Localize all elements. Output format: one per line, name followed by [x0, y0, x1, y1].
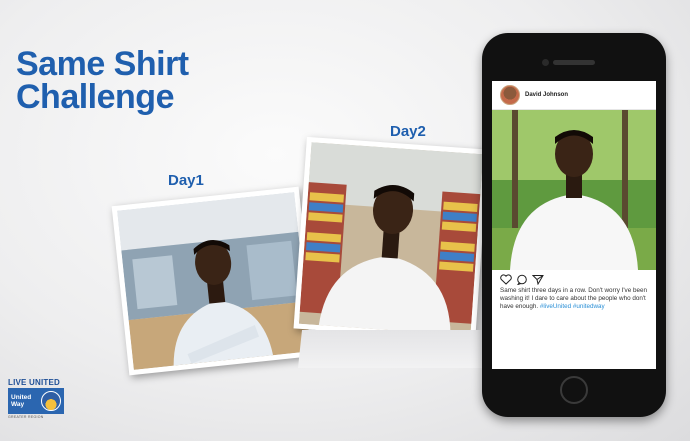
logo-united: United [11, 394, 32, 401]
share-icon[interactable] [532, 274, 544, 285]
logo-way: Way [11, 401, 25, 408]
sun-icon [41, 391, 61, 411]
day2-label: Day2 [390, 123, 426, 140]
post-caption: Same shirt three days in a row. Don't wo… [492, 287, 656, 312]
headline-line-2: Challenge [16, 78, 174, 116]
post-username[interactable]: David Johnson [525, 92, 568, 98]
photo-shadow [298, 330, 502, 368]
comment-icon[interactable] [516, 274, 528, 285]
post-actions [492, 270, 656, 287]
caption-hashtags[interactable]: #liveUnited #unitedway [540, 303, 605, 310]
post-photo [492, 110, 656, 270]
smartphone: David Johnson Same shirt three days in a… [482, 33, 666, 417]
logo-badge: United Way [8, 388, 64, 414]
speaker-grille [553, 60, 595, 65]
logo-wordmark: United Way [11, 394, 31, 408]
camera-icon [542, 59, 549, 66]
day1-label: Day1 [168, 172, 204, 189]
heart-icon[interactable] [500, 274, 512, 285]
day2-photo [293, 136, 489, 342]
day1-photo [111, 186, 317, 376]
headline-line-1: Same Shirt [16, 45, 189, 83]
instagram-post: David Johnson Same shirt three days in a… [492, 81, 656, 369]
avatar[interactable] [500, 85, 520, 105]
home-button[interactable] [560, 376, 588, 404]
logo-subtitle: GREATER REGION [8, 415, 44, 419]
headline: Same Shirt Challenge [16, 45, 189, 116]
post-header: David Johnson [492, 81, 656, 110]
united-way-logo: LIVE UNITED United Way GREATER REGION [8, 378, 64, 419]
live-united-text: LIVE UNITED [8, 378, 60, 387]
